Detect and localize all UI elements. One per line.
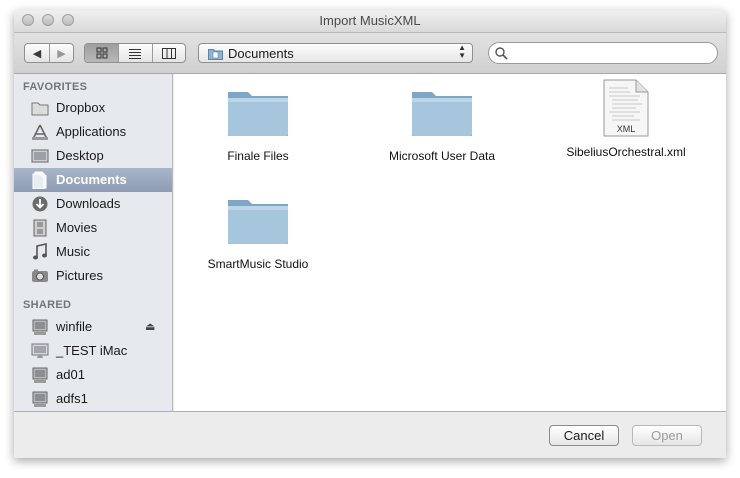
folder-icon [228,92,288,136]
back-button[interactable]: ◀ [25,44,50,62]
sidebar-item-adfs1[interactable]: adfs1 [14,387,172,411]
search-input[interactable] [511,45,715,62]
popup-arrows-icon: ▲ ▼ [458,43,466,60]
search-icon [495,47,508,60]
favorites-header: FAVORITES [23,81,88,93]
sidebar-item-music[interactable]: Music [14,240,172,264]
file-name: SmartMusic Studio [207,257,309,271]
sidebar-item-applications[interactable]: Applications [14,120,172,144]
icon-view-button[interactable] [85,44,120,62]
network-computer-icon [32,319,48,335]
back-forward-control: ◀ ▶ [24,43,74,63]
sidebar-item-label: Downloads [56,196,121,211]
import-dialog: Import MusicXML ◀ ▶ Documents ▲ ▼ FAVORI… [14,10,726,458]
sidebar: FAVORITES Dropbox Applications Desktop D… [14,74,173,411]
back-arrow-icon: ◀ [32,47,42,60]
sidebar-item-pictures[interactable]: Pictures [14,264,172,288]
sidebar-item-dropbox[interactable]: Dropbox [14,96,172,120]
sidebar-item-label: winfile [56,319,93,334]
sidebar-item-label: _TEST iMac [56,343,128,358]
sidebar-item-label: Pictures [56,268,103,283]
music-icon [33,243,47,260]
folder-icon [412,92,472,136]
file-item-microsoft-user-data[interactable]: Microsoft User Data [362,86,522,163]
folder-icon [31,102,49,116]
sidebar-item-ad01[interactable]: ad01 [14,363,172,387]
button-bar: Cancel Open [14,411,726,458]
column-view-button[interactable] [153,44,185,62]
sidebar-item-winfile[interactable]: winfile ⏏ [14,315,172,339]
view-mode-control [84,43,186,63]
desktop-icon [31,149,49,163]
sidebar-item-label: Documents [56,172,127,187]
xml-badge: XML [617,124,636,134]
sidebar-item-label: Dropbox [56,100,106,115]
search-field[interactable] [488,42,718,64]
file-item-smartmusic-studio[interactable]: SmartMusic Studio [178,194,338,271]
sidebar-item-movies[interactable]: Movies [14,216,172,240]
column-view-icon [161,47,176,59]
sidebar-item-desktop[interactable]: Desktop [14,144,172,168]
sidebar-item-label: Applications [56,124,127,139]
sidebar-item-test-imac[interactable]: _TEST iMac [14,339,172,363]
sidebar-item-downloads[interactable]: Downloads [14,192,172,216]
sidebar-item-label: adfs1 [56,391,88,406]
applications-icon [32,124,48,140]
imac-icon [31,343,49,358]
forward-button[interactable]: ▶ [50,44,73,62]
sidebar-item-label: ad01 [56,367,85,382]
file-item-finale-files[interactable]: Finale Files [178,86,338,163]
documents-icon [32,171,47,189]
pictures-icon [32,269,48,282]
folder-icon [228,200,288,244]
forward-arrow-icon: ▶ [57,47,66,60]
path-popup[interactable]: Documents ▲ ▼ [198,43,473,63]
list-view-icon [129,48,142,59]
title-bar: Import MusicXML [14,10,726,33]
file-name: Microsoft User Data [388,149,496,163]
path-label: Documents [228,46,294,61]
sidebar-item-label: Movies [56,220,98,235]
network-computer-icon [32,391,48,407]
sidebar-item-label: Music [56,244,90,259]
file-name: Finale Files [227,149,289,163]
shared-header: SHARED [23,299,72,311]
file-browser: Finale Files Microsoft User Data XML Sib… [174,74,726,411]
sidebar-item-label: Desktop [56,148,104,163]
file-item-sibelius-orchestral-xml[interactable]: XML SibeliusOrchestral.xml [546,78,706,159]
icon-view-icon [96,47,108,59]
sidebar-item-documents[interactable]: Documents [14,168,172,192]
xml-document-icon: XML [603,79,649,137]
list-view-button[interactable] [119,44,153,62]
cancel-button[interactable]: Cancel [549,425,619,446]
file-name: SibeliusOrchestral.xml [566,145,686,159]
open-button[interactable]: Open [632,425,702,446]
documents-folder-icon [208,49,223,60]
downloads-icon [32,196,48,212]
eject-icon[interactable]: ⏏ [145,320,155,333]
toolbar: ◀ ▶ Documents ▲ ▼ [14,33,726,74]
window-title: Import MusicXML [319,13,421,28]
movies-icon [33,219,47,237]
network-computer-icon [32,367,48,383]
